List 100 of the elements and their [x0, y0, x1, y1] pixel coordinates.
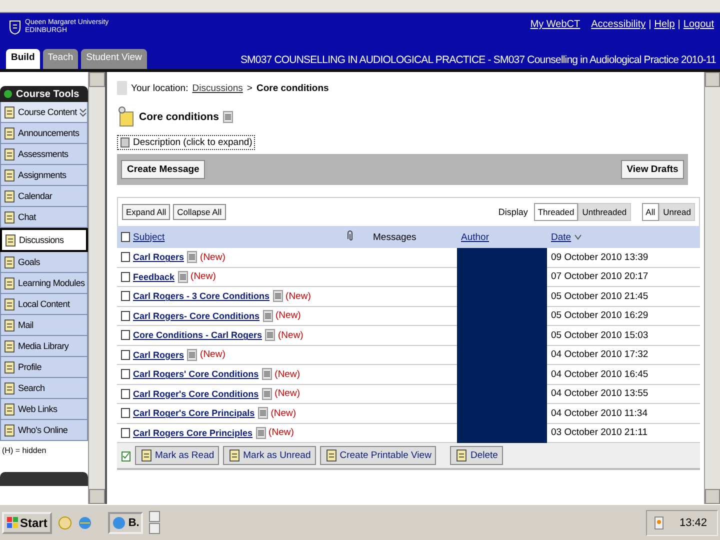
new-label: (New): [286, 290, 311, 302]
start-button[interactable]: Start: [2, 512, 52, 534]
subject-link[interactable]: Carl Rogers- Core Conditions: [133, 310, 260, 321]
document-icon: [3, 402, 16, 416]
subject-link[interactable]: Carl Rogers: [133, 350, 184, 360]
row-checkbox[interactable]: [121, 369, 130, 380]
scrollbar[interactable]: [88, 72, 105, 504]
menu-icon: [256, 426, 266, 439]
display-option[interactable]: Unthreaded: [578, 203, 631, 221]
sidebar-item[interactable]: Assignments: [0, 165, 88, 186]
row-checkbox[interactable]: [121, 272, 130, 282]
row-checkbox[interactable]: [121, 252, 130, 262]
expand-collapse-button[interactable]: Expand All: [122, 204, 170, 220]
sidebar-item[interactable]: Web Links: [0, 399, 88, 420]
display-label: Display: [498, 207, 528, 217]
column-header[interactable]: Author: [461, 232, 489, 242]
column-header[interactable]: Subject: [133, 232, 165, 242]
message-action-button[interactable]: Mark as Read: [135, 446, 220, 465]
document-icon: [4, 234, 17, 246]
breadcrumb-link[interactable]: Discussions: [192, 82, 243, 94]
link-separator: |: [678, 19, 680, 30]
date-cell: 07 October 2010 20:17: [551, 271, 648, 282]
row-checkbox[interactable]: [121, 408, 130, 418]
menu-icon: [258, 407, 268, 420]
menu-icon: [222, 110, 233, 122]
sidebar-item[interactable]: Learning Modules: [0, 273, 88, 294]
sidebar-item[interactable]: Who's Online: [0, 420, 88, 441]
display-option[interactable]: Threaded: [534, 203, 578, 221]
subject-link[interactable]: Carl Rogers Core Principles: [133, 428, 253, 438]
document-icon: [140, 449, 153, 462]
subject-link[interactable]: Feedback: [133, 272, 175, 282]
menu-icon: [262, 310, 273, 322]
header-link[interactable]: Help: [654, 19, 675, 30]
document-icon: [3, 168, 16, 182]
view-drafts-button[interactable]: View Drafts: [620, 160, 684, 179]
menu-icon: [262, 368, 272, 380]
crest-icon: [8, 20, 22, 34]
sidebar-item[interactable]: Chat: [0, 207, 88, 228]
header-link[interactable]: Accessibility: [591, 19, 646, 30]
date-cell: 03 October 2010 21:11: [551, 427, 648, 438]
filter-option[interactable]: All: [642, 203, 660, 221]
date-cell: 05 October 2010 15:03: [551, 330, 648, 341]
sidebar-item[interactable]: Local Content: [0, 294, 88, 315]
sidebar-item[interactable]: Assessments: [0, 144, 88, 165]
checklist-icon: [121, 450, 131, 462]
document-icon: [3, 190, 16, 202]
document-icon: [3, 148, 16, 160]
subject-link[interactable]: Core Conditions - Carl Rogers: [133, 330, 262, 340]
document-icon: [3, 298, 16, 310]
sidebar-item[interactable]: Media Library: [0, 336, 88, 357]
row-checkbox[interactable]: [121, 310, 130, 321]
menu-icon: [265, 329, 276, 342]
column-header: Messages: [373, 232, 416, 242]
scrollbar[interactable]: [704, 72, 720, 504]
sidebar-item[interactable]: Course Content: [0, 102, 88, 123]
menu-icon: [272, 290, 283, 302]
sidebar-item[interactable]: Discussions: [0, 228, 88, 252]
row-checkbox[interactable]: [121, 350, 130, 360]
subject-link[interactable]: Carl Roger's Core Conditions: [133, 388, 259, 399]
column-header[interactable]: Date: [551, 232, 572, 242]
message-action-button[interactable]: Delete: [450, 446, 503, 465]
menu-icon: [178, 270, 188, 283]
sidebar-item[interactable]: Calendar: [0, 186, 88, 207]
nav-tab[interactable]: Build: [6, 49, 40, 69]
row-checkbox[interactable]: [121, 330, 130, 340]
course-title: SM037 COUNSELLING IN AUDIOLOGICAL PRACTICE - SM037 Counselling in Audiological Practice 2010-11: [240, 54, 716, 68]
subject-link[interactable]: Carl Roger's Core Principals: [133, 408, 255, 418]
subject-link[interactable]: Carl Rogers: [133, 252, 184, 262]
header-link[interactable]: Logout: [683, 19, 714, 30]
row-checkbox[interactable]: [121, 291, 130, 302]
message-action-button[interactable]: Create Printable View: [320, 446, 436, 465]
sidebar-item[interactable]: Search: [0, 378, 88, 399]
description-toggle[interactable]: Description (click to expand): [117, 135, 256, 150]
attachment-icon: [345, 230, 355, 242]
sidebar-item[interactable]: Profile: [0, 357, 88, 378]
select-all-checkbox[interactable]: [121, 232, 130, 242]
row-checkbox[interactable]: [121, 388, 130, 399]
taskbar-window-button[interactable]: B.: [108, 512, 144, 534]
scroll-buttons[interactable]: [149, 511, 160, 534]
new-label: (New): [278, 330, 304, 341]
document-icon: [3, 210, 16, 224]
sidebar-item[interactable]: Announcements: [0, 123, 88, 144]
subject-link[interactable]: Carl Rogers - 3 Core Conditions: [133, 291, 270, 302]
header-link[interactable]: My WebCT: [530, 19, 580, 30]
menu-icon: [187, 348, 198, 361]
document-icon: [3, 276, 16, 290]
row-checkbox[interactable]: [121, 428, 130, 438]
windows-logo-icon: [7, 517, 18, 528]
document-icon: [3, 382, 16, 394]
breadcrumb-current: Core conditions: [256, 82, 329, 94]
sidebar-item[interactable]: Mail: [0, 315, 88, 336]
document-icon: [3, 318, 16, 332]
breadcrumb-separator: >: [246, 82, 252, 94]
expand-collapse-button[interactable]: Collapse All: [173, 204, 226, 220]
create-message-button[interactable]: Create Message: [121, 160, 206, 179]
subject-link[interactable]: Carl Rogers' Core Conditions: [133, 369, 259, 380]
message-action-button[interactable]: Mark as Unread: [223, 446, 316, 465]
panel-title: Course Tools: [16, 88, 80, 100]
filter-option[interactable]: Unread: [659, 203, 695, 221]
sidebar-item[interactable]: Goals: [0, 252, 88, 273]
